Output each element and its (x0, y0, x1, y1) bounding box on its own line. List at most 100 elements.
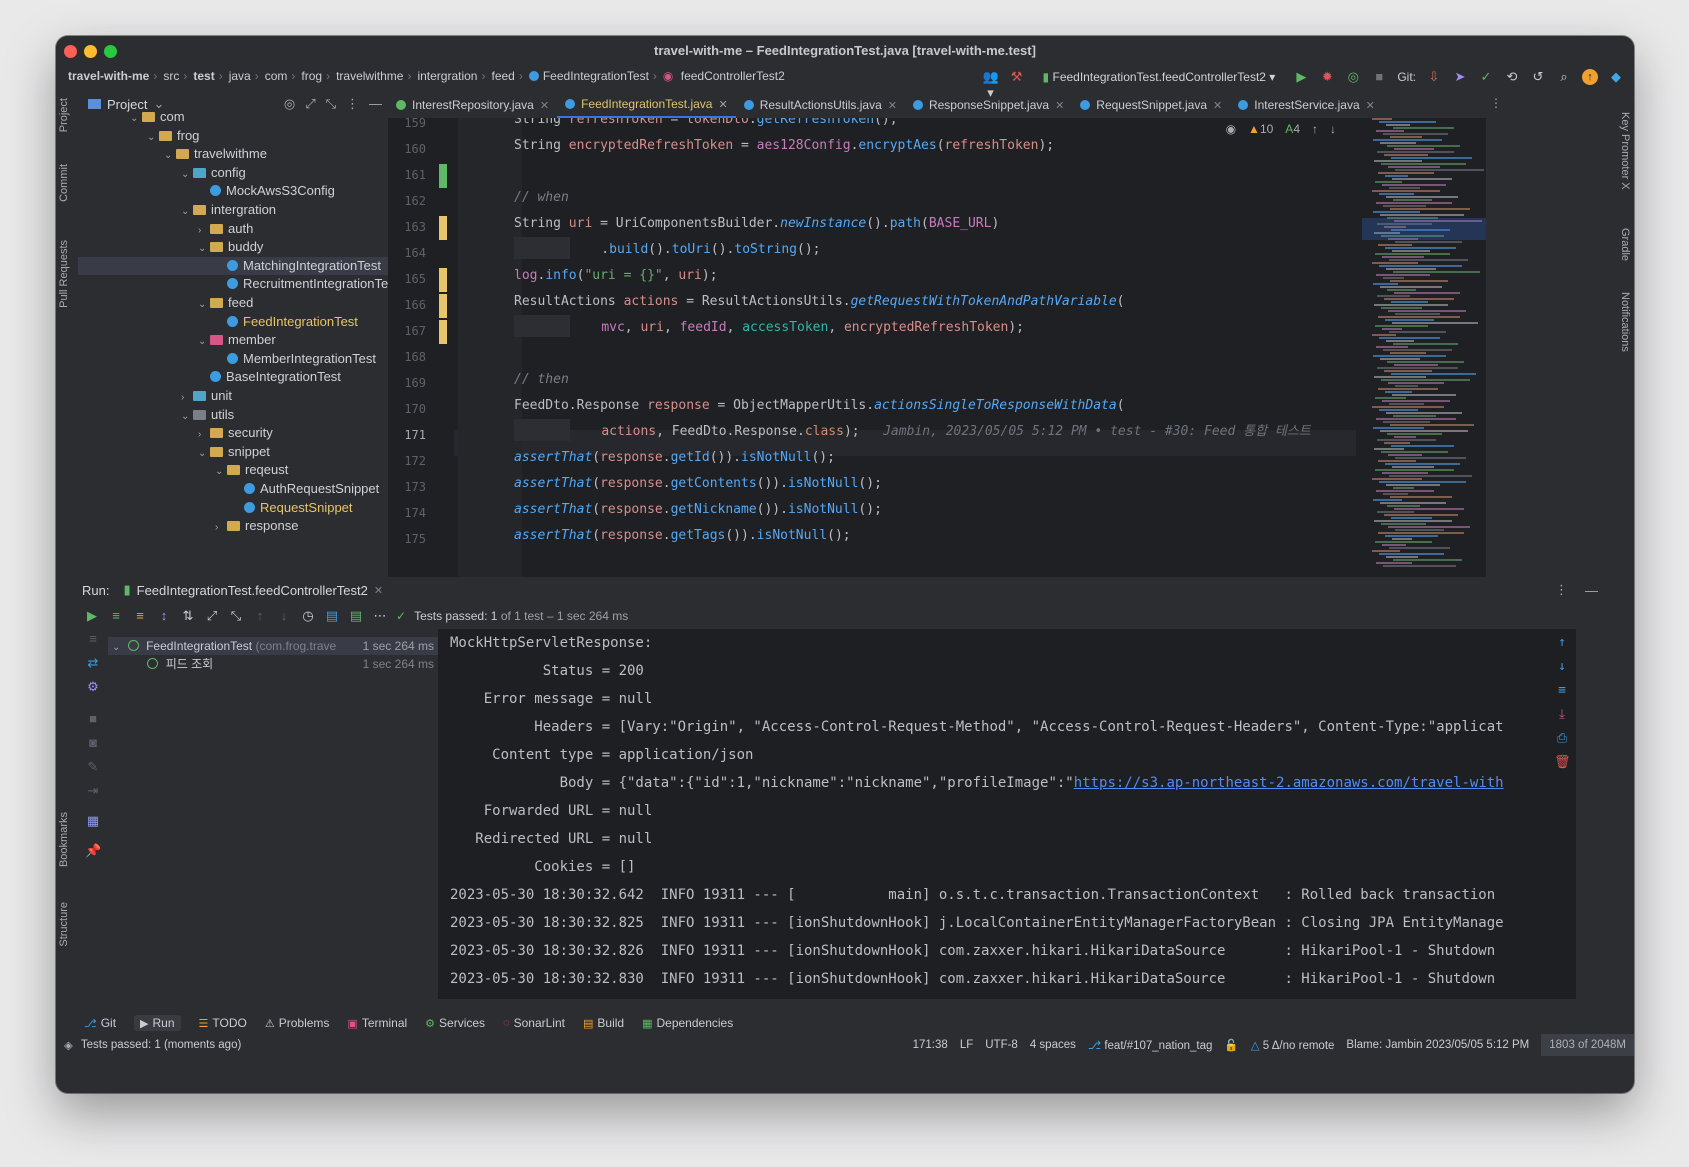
chevron-right-icon[interactable]: › (215, 519, 227, 537)
tree-node[interactable]: ⌄ com (78, 108, 388, 127)
tree-node[interactable]: ⌄ intergration (78, 201, 388, 220)
file-encoding[interactable]: UTF-8 (985, 1039, 1018, 1051)
show-passed-icon[interactable]: ≡ (108, 608, 124, 624)
chevron-down-icon[interactable]: ⌄ (181, 203, 193, 221)
tree-node[interactable]: MockAwsS3Config (78, 182, 388, 201)
tree-node[interactable]: RecruitmentIntegrationTe (78, 275, 388, 294)
tool-window-terminal[interactable]: ▣ Terminal (347, 1016, 407, 1030)
chevron-down-icon[interactable]: ⌄ (112, 642, 120, 653)
layers-icon[interactable]: ◈ (64, 1038, 73, 1052)
stripe-notifications[interactable]: Notifications (1619, 292, 1631, 352)
vcs-change-marker[interactable] (439, 216, 447, 240)
sort-duration-icon[interactable]: ⇅ (180, 608, 196, 624)
toolbar-more-icon[interactable]: ⋯ (372, 608, 388, 624)
maximize-window-button[interactable] (104, 45, 117, 58)
rollback-icon[interactable]: ↺ (1530, 69, 1546, 85)
tree-node[interactable]: ⌄ member (78, 331, 388, 350)
breadcrumb-item[interactable]: travel-with-me (68, 69, 149, 83)
hammer-icon[interactable]: ⚒ (1009, 69, 1025, 85)
layout-icon[interactable]: ▦ (85, 813, 101, 829)
close-tab-icon[interactable]: ✕ (1213, 99, 1222, 112)
chevron-down-icon[interactable]: ⌄ (198, 240, 210, 258)
soft-wrap-icon[interactable]: ⇄ (85, 655, 101, 671)
git-branch[interactable]: ⎇ feat/#107_nation_tag (1088, 1038, 1213, 1052)
chevron-right-icon[interactable]: › (198, 426, 210, 444)
show-ignored-icon[interactable]: ≡ (132, 608, 148, 624)
run-tab[interactable]: FeedIntegrationTest.feedControllerTest2 (137, 583, 368, 598)
indent-setting[interactable]: 4 spaces (1030, 1039, 1076, 1051)
warnings-count[interactable]: ▲10 (1248, 122, 1273, 136)
breadcrumb-item[interactable]: FeedIntegrationTest (543, 69, 649, 83)
editor-tab[interactable]: FeedIntegrationTest.java ✕ (557, 92, 736, 118)
tree-node[interactable]: BaseIntegrationTest (78, 368, 388, 387)
wrap-icon[interactable]: ≡ (1554, 683, 1570, 699)
git-push-icon[interactable]: ➤ (1452, 69, 1468, 85)
editor-tab[interactable]: RequestSnippet.java ✕ (1072, 92, 1230, 118)
code-editor[interactable]: 159 160 161 162 163 164 165 166 167 168 169 170 171 1… (388, 118, 1486, 577)
test-row-method[interactable]: 피드 조회 1 sec 264 ms (108, 655, 438, 673)
chevron-down-icon[interactable]: ⌄ (181, 408, 193, 426)
breadcrumb-item[interactable]: feedControllerTest2 (681, 69, 785, 83)
tool-window-git[interactable]: ⎇ Git (84, 1016, 116, 1030)
history-icon[interactable]: ⟲ (1504, 69, 1520, 85)
typos-count[interactable]: A4 (1285, 122, 1300, 136)
next-failed-icon[interactable]: ↓ (276, 608, 292, 624)
chevron-right-icon[interactable]: › (198, 222, 210, 240)
exit-icon[interactable]: ⇥ (85, 783, 101, 799)
caret-position[interactable]: 171:38 (913, 1039, 948, 1051)
minimap-viewport[interactable] (1362, 218, 1486, 240)
stripe-key-promoter[interactable]: Key Promoter X (1619, 112, 1631, 190)
close-tab-icon[interactable]: ✕ (1055, 99, 1064, 112)
tool-window-run[interactable]: ▶ Run (134, 1015, 181, 1031)
plugin-icon[interactable]: ◆ (1608, 69, 1624, 85)
sort-alpha-icon[interactable]: ↕ (156, 608, 172, 624)
vcs-change-marker[interactable] (439, 268, 447, 292)
stripe-project[interactable]: Project (58, 98, 70, 132)
pin-icon[interactable]: ✎ (85, 759, 101, 775)
tree-node[interactable]: ⌄ config (78, 164, 388, 183)
chevron-right-icon[interactable]: › (181, 389, 193, 407)
lock-icon[interactable]: 🔓 (1224, 1038, 1238, 1052)
stop-run-icon[interactable]: ■ (85, 711, 101, 727)
export-tests-icon[interactable]: ▤ (348, 608, 364, 624)
tool-window-todo[interactable]: ☰ TODO (199, 1016, 247, 1030)
pin-tab-icon[interactable]: 📌 (85, 843, 101, 859)
tree-node[interactable]: › security (78, 424, 388, 443)
tree-node[interactable]: › response (78, 517, 388, 536)
update-icon[interactable]: ↑ (1582, 69, 1598, 85)
breadcrumb-item[interactable]: test (193, 69, 214, 83)
chevron-down-icon[interactable]: ⌄ (130, 110, 142, 128)
chevron-down-icon[interactable]: ⌄ (198, 333, 210, 351)
close-window-button[interactable] (64, 45, 77, 58)
import-tests-icon[interactable]: ▤ (324, 608, 340, 624)
git-update-icon[interactable]: ⇩ (1426, 69, 1442, 85)
breadcrumb-item[interactable]: travelwithme (336, 69, 403, 83)
close-tab-icon[interactable]: ✕ (888, 99, 897, 112)
blame-info[interactable]: Blame: Jambin 2023/05/05 5:12 PM (1346, 1039, 1529, 1051)
vcs-change-marker[interactable] (439, 294, 447, 318)
tree-node[interactable]: FeedIntegrationTest (78, 313, 388, 332)
tool-window-problems[interactable]: ⚠ Problems (265, 1016, 330, 1030)
hide-run-panel-icon[interactable]: — (1585, 583, 1598, 598)
next-issue-icon[interactable]: ↓ (1330, 122, 1336, 136)
tree-node[interactable]: ⌄ frog (78, 127, 388, 146)
tree-node[interactable]: MemberIntegrationTest (78, 350, 388, 369)
inspection-widget[interactable]: ◉ ▲10 A4 ↑ ↓ (1226, 122, 1336, 136)
chevron-down-icon[interactable]: ⌄ (164, 147, 176, 165)
chevron-down-icon[interactable]: ⌄ (198, 445, 210, 463)
run-console[interactable]: ↑ ↓ ≡ ⤓ ⎙ 🗑 MockHttpServletResponse: Sta… (438, 629, 1576, 999)
chevron-down-icon[interactable]: ⌄ (215, 463, 227, 481)
breadcrumb-item[interactable]: java (229, 69, 251, 83)
expand-tests-icon[interactable]: ⤢ (204, 608, 220, 624)
breadcrumb-item[interactable]: feed (491, 69, 514, 83)
git-commit-icon[interactable]: ✓ (1478, 69, 1494, 85)
clear-all-icon[interactable]: ≡ (85, 631, 101, 647)
code-minimap[interactable] (1362, 118, 1486, 577)
tree-node[interactable]: ⌄ snippet (78, 443, 388, 462)
stop-icon[interactable]: ■ (1371, 69, 1387, 85)
close-tab-icon[interactable]: ✕ (1366, 99, 1375, 112)
tool-window-dependencies[interactable]: ▦ Dependencies (642, 1016, 733, 1030)
print-icon[interactable]: ⎙ (1554, 731, 1570, 747)
rerun-icon[interactable]: ▶ (84, 608, 100, 624)
tree-node[interactable]: › unit (78, 387, 388, 406)
